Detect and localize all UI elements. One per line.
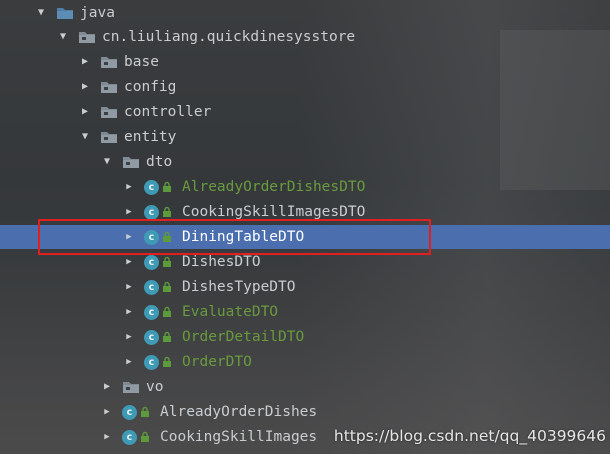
tree-node-label: OrderDTO [182,354,252,370]
class-icon: c [144,179,159,195]
access-lock-icon [163,281,171,292]
tree-node-label: controller [124,104,212,120]
class-icon: c [122,429,137,445]
tree-node-package[interactable]: ▼ dto [0,150,610,174]
class-icon: c [144,329,159,345]
tree-node-label: OrderDetailDTO [182,329,305,345]
package-icon [123,157,139,168]
class-icon: c [144,354,159,370]
tree-node-class[interactable]: ▶ c DishesTypeDTO [0,275,610,299]
tree-node-package[interactable]: ▶ base [0,50,610,74]
tree-node-label: AlreadyOrderDishes [160,404,318,420]
expand-arrow-icon[interactable]: ▶ [122,305,136,319]
tree-node-class[interactable]: ▶ c OrderDetailDTO [0,325,610,349]
collapse-arrow-icon[interactable]: ▼ [56,30,70,44]
tree-node-class[interactable]: ▶ c AlreadyOrderDishesDTO [0,175,610,199]
tree-node-label: java [80,5,115,21]
package-icon [101,107,117,118]
tree-node-label: dto [146,154,173,170]
expand-arrow-icon[interactable]: ▶ [100,405,114,419]
collapse-arrow-icon[interactable]: ▼ [100,155,114,169]
tree-node-package[interactable]: ▼ java [0,1,610,25]
expand-arrow-icon[interactable]: ▶ [122,205,136,219]
collapse-arrow-icon[interactable]: ▼ [34,6,48,20]
access-lock-icon [141,431,149,442]
tree-node-label: cn.liuliang.quickdinesysstore [102,29,356,45]
annotation-highlight-box [38,219,431,255]
collapse-arrow-icon[interactable]: ▼ [78,130,92,144]
watermark: https://blog.csdn.net/qq_40399646 [333,427,606,445]
tree-node-class[interactable]: ▶ c AlreadyOrderDishes [0,400,610,424]
access-lock-icon [163,306,171,317]
package-icon [123,382,139,393]
expand-arrow-icon[interactable]: ▶ [78,80,92,94]
tree-node-label: DishesDTO [182,254,261,270]
tree-node-label: DishesTypeDTO [182,279,296,295]
source-folder-icon [57,8,73,19]
expand-arrow-icon[interactable]: ▶ [122,280,136,294]
tree-node-package[interactable]: ▶ vo [0,375,610,399]
expand-arrow-icon[interactable]: ▶ [100,430,114,444]
expand-arrow-icon[interactable]: ▶ [122,255,136,269]
expand-arrow-icon[interactable]: ▶ [78,105,92,119]
expand-arrow-icon[interactable]: ▶ [122,330,136,344]
tree-node-label: EvaluateDTO [182,304,279,320]
tree-node-package[interactable]: ▼ cn.liuliang.quickdinesysstore [0,25,610,49]
access-lock-icon [163,356,171,367]
package-icon [101,132,117,143]
class-icon: c [144,279,159,295]
class-icon: c [144,204,159,220]
tree-node-label: CookingSkillImages [160,429,318,445]
tree-node-package[interactable]: ▼ entity [0,125,610,149]
tree-node-class[interactable]: ▶ c EvaluateDTO [0,300,610,324]
access-lock-icon [163,256,171,267]
expand-arrow-icon[interactable]: ▶ [122,180,136,194]
access-lock-icon [163,206,171,217]
tree-node-label: entity [124,129,177,145]
tree-node-label: base [124,54,159,70]
tree-node-label: vo [146,379,164,395]
class-icon: c [144,304,159,320]
access-lock-icon [163,181,171,192]
tree-node-package[interactable]: ▶ config [0,75,610,99]
expand-arrow-icon[interactable]: ▶ [78,55,92,69]
tree-node-package[interactable]: ▶ controller [0,100,610,124]
class-icon: c [144,254,159,270]
package-icon [101,57,117,68]
tree-node-label: config [124,79,177,95]
package-icon [101,82,117,93]
expand-arrow-icon[interactable]: ▶ [100,380,114,394]
class-icon: c [122,404,137,420]
expand-arrow-icon[interactable]: ▶ [122,355,136,369]
tree-node-label: AlreadyOrderDishesDTO [182,179,366,195]
tree-node-class[interactable]: ▶ c OrderDTO [0,350,610,374]
access-lock-icon [163,331,171,342]
access-lock-icon [141,406,149,417]
tree-node-label: CookingSkillImagesDTO [182,204,366,220]
package-icon [79,32,95,43]
